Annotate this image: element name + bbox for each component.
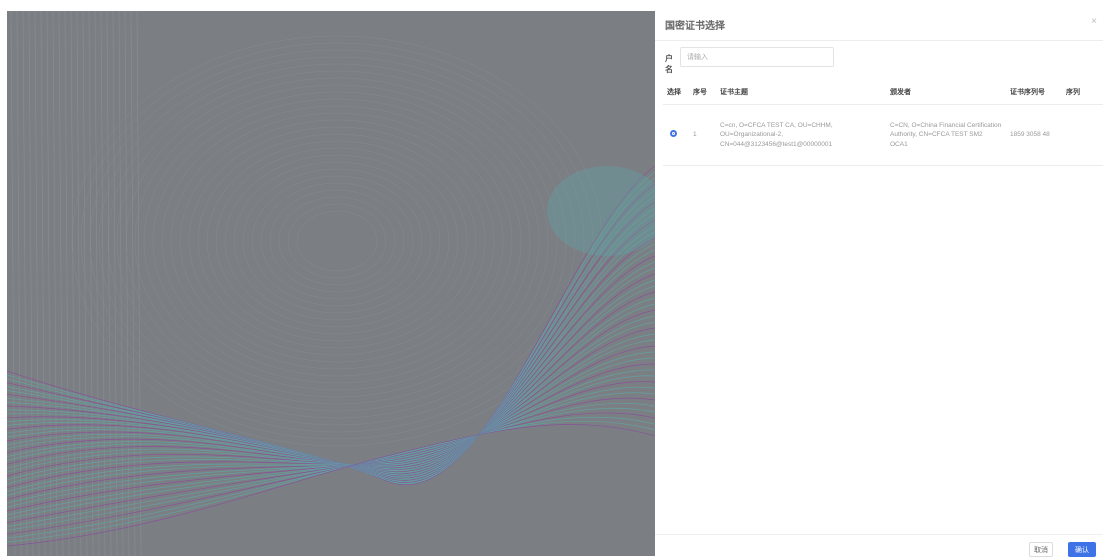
column-header-extra: 序列 — [1062, 80, 1103, 105]
close-icon[interactable]: × — [1091, 16, 1097, 27]
table-row[interactable]: 1 C=cn, O=CFCA TEST CA, OU=CHHM, OU=Orga… — [663, 104, 1103, 166]
wave-background-image — [7, 11, 655, 556]
account-name-input[interactable] — [680, 47, 834, 67]
column-header-serial: 证书序列号 — [1006, 80, 1062, 105]
subject-cell: C=cn, O=CFCA TEST CA, OU=CHHM, OU=Organi… — [716, 104, 886, 166]
select-cell[interactable] — [663, 104, 689, 166]
filter-label: 户名 — [665, 54, 673, 74]
index-cell: 1 — [689, 104, 716, 166]
column-header-select: 选择 — [663, 80, 689, 105]
drawer-header: 国密证书选择 × — [655, 0, 1103, 41]
cancel-button[interactable]: 取消 — [1029, 542, 1053, 557]
column-header-index: 序号 — [689, 80, 716, 105]
extra-cell — [1062, 104, 1103, 166]
row-radio-selected[interactable] — [670, 129, 677, 137]
drawer-footer: 取消 确认 — [655, 534, 1103, 557]
confirm-button[interactable]: 确认 — [1068, 542, 1096, 557]
certificate-table: 选择 序号 证书主题 颁发者 证书序列号 序列 1 C=cn, O=CFCA T… — [663, 80, 1103, 170]
issuer-cell: C=CN, O=China Financial Certification Au… — [886, 104, 1006, 166]
drawer-title: 国密证书选择 — [665, 21, 725, 32]
certificate-select-drawer: 国密证书选择 × 户名 选择 序号 证书主题 颁发者 证书序列号 序列 — [655, 0, 1103, 557]
page-background — [0, 0, 655, 556]
serial-cell: 1859 3058 48 — [1006, 104, 1062, 166]
table-header-row: 选择 序号 证书主题 颁发者 证书序列号 序列 — [663, 80, 1103, 105]
column-header-issuer: 颁发者 — [886, 80, 1006, 105]
column-header-subject: 证书主题 — [716, 80, 886, 105]
wave-lines-graphic — [7, 11, 655, 556]
